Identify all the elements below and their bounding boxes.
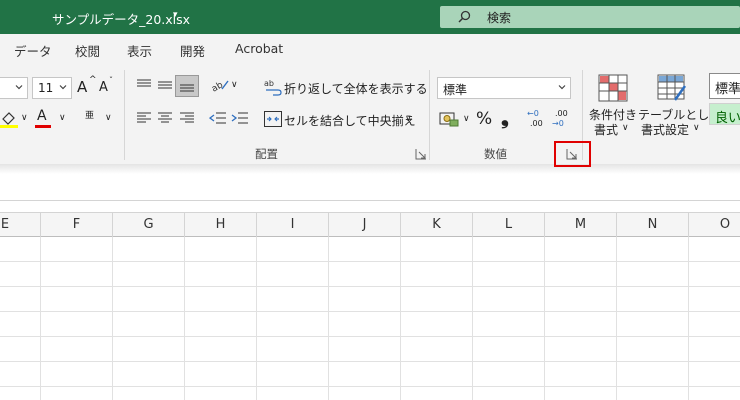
format-as-table-label-2[interactable]: 書式設定 [641, 121, 689, 138]
chevron-down-icon[interactable]: ∨ [105, 113, 112, 123]
fill-color-icon[interactable] [0, 110, 18, 128]
grid-line [0, 336, 740, 337]
grow-font-caret-icon: ^ [89, 75, 97, 85]
tab-acrobat[interactable]: Acrobat [235, 41, 283, 56]
conditional-formatting-label-2[interactable]: 書式 [594, 121, 618, 138]
column-header-row: E F G H I J K L M N O [0, 212, 740, 237]
column-header-e[interactable]: E [0, 213, 41, 237]
cell-style-good-label: 良い [715, 111, 740, 126]
tab-data[interactable]: データ [14, 41, 52, 60]
column-header-g[interactable]: G [113, 213, 185, 237]
chevron-down-icon[interactable]: ∨ [405, 114, 412, 124]
number-format-dropdown[interactable]: 標準 [437, 77, 571, 99]
increase-indent-icon[interactable] [231, 111, 249, 125]
align-center-icon[interactable] [157, 111, 173, 125]
align-right-icon[interactable] [179, 111, 195, 125]
number-group-label: 数値 [484, 147, 507, 161]
chevron-down-icon[interactable]: ∨ [463, 114, 470, 124]
accounting-format-icon[interactable] [439, 111, 459, 127]
grid-line [0, 311, 740, 312]
tab-review[interactable]: 校閲 [75, 41, 100, 60]
group-separator [124, 70, 125, 160]
percent-style-button[interactable]: % [476, 109, 492, 129]
cell-style-normal[interactable]: 標準 [709, 73, 740, 99]
shrink-font-button[interactable]: A [99, 80, 108, 95]
cell-style-normal-label: 標準 [715, 82, 740, 97]
decrease-decimal-bottom: →0 [552, 119, 564, 128]
furigana-button[interactable]: 亜 [85, 108, 94, 121]
font-color-swatch [35, 125, 51, 128]
decrease-decimal-top: .00 [555, 109, 568, 118]
grid-line [0, 286, 740, 287]
align-middle-icon[interactable] [157, 78, 173, 92]
wrap-text-button[interactable]: 折り返して全体を表示する [284, 80, 428, 97]
search-icon [458, 10, 471, 23]
column-header-j[interactable]: J [329, 213, 401, 237]
formula-bar[interactable] [0, 174, 740, 201]
spacer [0, 202, 740, 212]
comma-style-button[interactable]: ❟ [501, 105, 509, 129]
increase-decimal-button[interactable]: ←0 .00 [527, 109, 549, 131]
highlight-box [554, 141, 591, 167]
grid-line [0, 386, 740, 387]
increase-decimal-top: ←0 [527, 109, 539, 118]
font-name-dropdown[interactable] [0, 77, 28, 99]
column-header-o[interactable]: O [689, 213, 740, 237]
increase-decimal-bottom: .00 [530, 119, 543, 128]
grid-line [0, 261, 740, 262]
decrease-decimal-button[interactable]: .00 →0 [552, 109, 574, 131]
number-format-value: 標準 [443, 83, 468, 97]
column-header-f[interactable]: F [41, 213, 113, 237]
alignment-group-label: 配置 [255, 147, 278, 161]
column-header-m[interactable]: M [545, 213, 617, 237]
font-color-button[interactable]: A [37, 108, 47, 124]
chevron-down-icon [15, 85, 23, 90]
group-separator [429, 70, 430, 160]
align-top-icon[interactable] [136, 78, 152, 92]
svg-text:ab: ab [264, 79, 274, 88]
ribbon-tabs: データ 校閲 表示 開発 Acrobat [0, 34, 740, 64]
merge-center-icon [264, 111, 282, 127]
chevron-down-icon[interactable]: ∨ [59, 113, 66, 123]
align-left-icon[interactable] [136, 111, 152, 125]
cell-grid[interactable] [0, 237, 740, 400]
wrap-text-icon: ab [264, 79, 282, 96]
tab-developer[interactable]: 開発 [180, 41, 205, 60]
chevron-down-icon[interactable]: ∨ [21, 113, 28, 123]
conditional-formatting-icon [598, 74, 628, 102]
title-dropdown-icon[interactable]: ▾ [173, 10, 178, 20]
shrink-font-caret-icon: ˇ [109, 76, 113, 85]
tab-view[interactable]: 表示 [127, 41, 152, 60]
column-header-l[interactable]: L [473, 213, 545, 237]
workbook-title[interactable]: サンプルデータ_20.xlsx [52, 9, 190, 28]
cell-style-good[interactable]: 良い [709, 103, 740, 126]
format-as-table-icon [657, 74, 687, 101]
chevron-down-icon[interactable]: ∨ [693, 123, 700, 133]
align-bottom-button[interactable] [175, 75, 199, 97]
grid-line [0, 361, 740, 362]
orientation-icon[interactable]: ab [210, 76, 230, 94]
font-size-value: 11 [38, 81, 54, 95]
grow-font-button[interactable]: A [77, 78, 87, 96]
chevron-down-icon[interactable]: ∨ [231, 80, 238, 90]
search-placeholder: 検索 [487, 11, 512, 25]
column-header-n[interactable]: N [617, 213, 689, 237]
align-bottom-icon [180, 84, 194, 92]
ribbon-shadow [0, 164, 740, 174]
merge-center-button[interactable]: セルを結合して中央揃え [284, 112, 416, 129]
search-box[interactable]: 検索 [440, 6, 740, 28]
title-bar: サンプルデータ_20.xlsx ▾ 検索 [0, 0, 740, 34]
chevron-down-icon [558, 85, 566, 90]
column-header-i[interactable]: I [257, 213, 329, 237]
column-header-h[interactable]: H [185, 213, 257, 237]
column-header-k[interactable]: K [401, 213, 473, 237]
decrease-indent-icon[interactable] [209, 111, 227, 125]
ribbon: 11 A ^ A ˇ ∨ A ∨ 亜 ∨ ab ∨ ab 折り返して全体を表示す… [0, 64, 740, 164]
chevron-down-icon[interactable]: ∨ [622, 123, 629, 133]
font-size-dropdown[interactable]: 11 [32, 77, 72, 99]
alignment-dialog-launcher-icon[interactable] [415, 148, 427, 160]
chevron-down-icon [59, 85, 67, 90]
